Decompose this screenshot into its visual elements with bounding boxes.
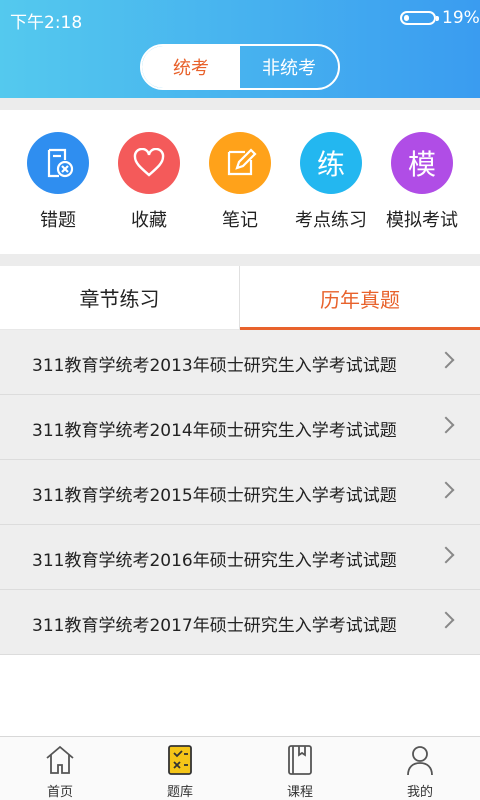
nav-mine[interactable]: 我的 (360, 737, 480, 800)
divider (0, 98, 480, 110)
segment-tongkao[interactable]: 统考 (142, 46, 240, 88)
mo-char-icon: 模 (391, 132, 453, 194)
feature-mock-exam[interactable]: 模 模拟考试 (377, 132, 467, 242)
feature-label: 错题 (40, 210, 76, 231)
exam-type-switch: 统考 非统考 (140, 44, 340, 90)
bottom-nav: 首页 题库 课程 我的 (0, 736, 480, 800)
chevron-right-icon (437, 351, 455, 369)
chevron-right-icon (437, 481, 455, 499)
nav-label: 首页 (46, 785, 73, 800)
error-book-icon (27, 132, 89, 194)
feature-wrong-questions[interactable]: 错题 (13, 132, 103, 242)
chevron-right-icon (437, 611, 455, 629)
exam-title: 311教育学统考2016年硕士研究生入学考试试题 (32, 551, 397, 571)
feature-favorites[interactable]: 收藏 (104, 132, 194, 242)
feature-notes[interactable]: 笔记 (195, 132, 285, 242)
tab-chapter-practice[interactable]: 章节练习 (0, 266, 240, 330)
feature-label: 模拟考试 (386, 210, 458, 231)
note-edit-icon (209, 132, 271, 194)
practice-tabs: 章节练习 历年真题 (0, 266, 480, 330)
battery-icon (400, 11, 439, 25)
list-item[interactable]: 311教育学统考2013年硕士研究生入学考试试题 (0, 330, 480, 395)
tab-past-exams[interactable]: 历年真题 (240, 266, 480, 330)
list-item[interactable]: 311教育学统考2014年硕士研究生入学考试试题 (0, 395, 480, 460)
list-item[interactable]: 311教育学统考2016年硕士研究生入学考试试题 (0, 525, 480, 590)
course-book-icon (288, 745, 312, 775)
feature-grid: 错题 收藏 笔记 练 考点练习 模 模拟考试 (0, 110, 480, 254)
nav-course[interactable]: 课程 (240, 737, 360, 800)
feature-topic-practice[interactable]: 练 考点练习 (286, 132, 376, 242)
feature-label: 笔记 (222, 210, 258, 231)
nav-question-bank[interactable]: 题库 (120, 737, 240, 800)
exam-title: 311教育学统考2013年硕士研究生入学考试试题 (32, 356, 397, 376)
heart-icon (118, 132, 180, 194)
nav-home[interactable]: 首页 (0, 737, 120, 800)
chevron-right-icon (437, 416, 455, 434)
exam-title: 311教育学统考2015年硕士研究生入学考试试题 (32, 486, 397, 506)
nav-label: 课程 (286, 785, 313, 800)
exam-title: 311教育学统考2014年硕士研究生入学考试试题 (32, 421, 397, 441)
question-bank-icon (168, 745, 192, 775)
status-time: 下午2:18 (10, 13, 83, 33)
home-icon (46, 745, 74, 774)
battery-percent: 19% (442, 8, 480, 28)
nav-label: 题库 (166, 785, 193, 800)
status-bar: 下午2:18 19% (0, 0, 480, 36)
feature-label: 考点练习 (295, 210, 367, 231)
list-item[interactable]: 311教育学统考2017年硕士研究生入学考试试题 (0, 590, 480, 655)
user-icon (407, 746, 433, 776)
exam-title: 311教育学统考2017年硕士研究生入学考试试题 (32, 616, 397, 636)
chevron-right-icon (437, 546, 455, 564)
app-header: 下午2:18 19% 统考 非统考 (0, 0, 480, 98)
exam-list: 311教育学统考2013年硕士研究生入学考试试题 311教育学统考2014年硕士… (0, 330, 480, 655)
divider (0, 254, 480, 266)
feature-label: 收藏 (131, 210, 167, 231)
nav-label: 我的 (406, 785, 433, 800)
list-item[interactable]: 311教育学统考2015年硕士研究生入学考试试题 (0, 460, 480, 525)
lian-char-icon: 练 (300, 132, 362, 194)
segment-feitongkao[interactable]: 非统考 (240, 46, 338, 88)
